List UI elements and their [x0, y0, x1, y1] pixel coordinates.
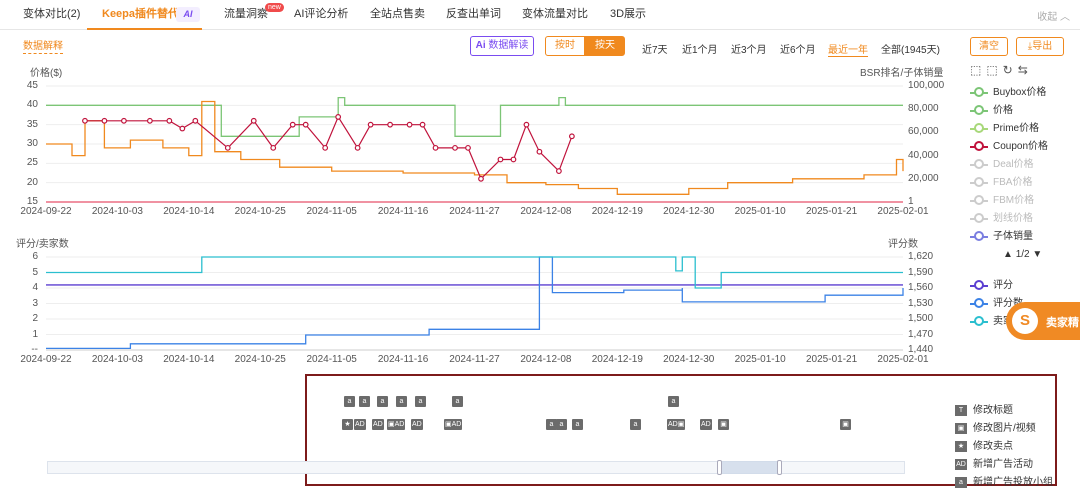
coupon-point — [121, 117, 127, 124]
coupon-point — [302, 121, 309, 128]
slider-window[interactable] — [720, 461, 780, 474]
event-marker[interactable]: ▣ — [718, 419, 729, 430]
timeline-slider[interactable] — [47, 460, 905, 475]
event-marker[interactable]: ▣ — [840, 419, 851, 430]
event-marker[interactable]: a — [344, 396, 355, 407]
coupon-point — [510, 156, 517, 163]
legend-label: Prime价格 — [993, 123, 1040, 134]
coupon-point — [478, 175, 484, 182]
event-marker[interactable]: ▣AD — [444, 419, 463, 430]
coupon-point — [146, 117, 153, 124]
coupon-point — [82, 117, 88, 124]
event-marker[interactable]: AD — [354, 419, 366, 430]
event-marker[interactable]: ▣AD — [387, 419, 406, 430]
legend-ring-icon — [974, 141, 984, 151]
coupon-point — [354, 144, 361, 151]
event-legend-label: 新增广告投放小组 — [973, 477, 1053, 488]
legend-ring-icon — [974, 87, 984, 97]
slider-handle-left[interactable] — [717, 460, 722, 475]
coupon-point — [432, 144, 439, 151]
legend-label: Buybox价格 — [993, 87, 1047, 98]
series-Buybox价格 — [46, 96, 903, 137]
slider-handle-right[interactable] — [777, 460, 782, 475]
legend-label: 价格 — [993, 105, 1013, 116]
legend-pager[interactable]: ▲ 1/2 ▼ — [1003, 249, 1042, 260]
legend-ring-icon — [974, 280, 984, 290]
coupon-point — [419, 121, 426, 128]
chart-tools[interactable]: ⬚⬚↻⇆ — [970, 63, 1033, 77]
coupon-point — [568, 133, 575, 140]
legend-label: 划线价格 — [993, 213, 1033, 224]
coupon-point — [192, 117, 199, 124]
legend-ring-icon — [974, 316, 984, 326]
legend-label: 评分 — [993, 280, 1013, 291]
event-legend-label: 修改图片/视频 — [973, 423, 1036, 434]
event-marker[interactable]: a — [572, 419, 583, 430]
event-marker[interactable]: a — [630, 419, 641, 430]
legend-label: Deal价格 — [993, 159, 1034, 170]
event-legend-label: 新增广告活动 — [973, 459, 1033, 470]
event-legend-item[interactable]: ▣ 修改图片/视频 — [955, 419, 1036, 434]
coupon-point — [179, 125, 186, 132]
legend-ring-icon — [974, 231, 984, 241]
coupon-point — [452, 144, 458, 151]
event-marker[interactable]: a — [452, 396, 463, 407]
event-marker[interactable]: a — [377, 396, 388, 407]
coupon-point — [322, 144, 329, 151]
event-legend-label: 修改卖点 — [973, 441, 1013, 452]
series-价格 — [46, 100, 904, 195]
coupon-point — [406, 121, 413, 128]
event-legend-item[interactable]: AD 新增广告活动 — [955, 455, 1033, 470]
event-legend-item[interactable]: T 修改标题 — [955, 401, 1013, 416]
event-type-icon: ▣ — [955, 422, 967, 434]
coupon-point — [536, 148, 543, 155]
event-marker[interactable]: AD — [372, 419, 384, 430]
legend-ring-icon — [974, 105, 984, 115]
legend-ring-icon — [974, 298, 984, 308]
event-type-icon: T — [955, 404, 967, 416]
coupon-point — [166, 117, 173, 124]
legend-label: FBA价格 — [993, 177, 1033, 188]
event-marker[interactable]: a — [556, 419, 567, 430]
coupon-point — [367, 121, 374, 128]
seller-sprite-badge[interactable]: S 卖家精 — [1006, 302, 1080, 340]
legend-ring-icon — [974, 213, 984, 223]
legend-label: Coupon价格 — [993, 141, 1049, 152]
event-type-icon: ★ — [955, 440, 967, 452]
event-marker[interactable]: a — [415, 396, 426, 407]
seller-sprite-logo-icon: S — [1012, 308, 1038, 334]
event-marker[interactable]: AD▣ — [667, 419, 686, 430]
event-legend-item[interactable]: a 新增广告投放小组 — [955, 473, 1053, 488]
event-legend-item[interactable]: ★ 修改卖点 — [955, 437, 1013, 452]
coupon-point — [523, 121, 530, 128]
event-marker[interactable]: a — [396, 396, 407, 407]
coupon-point — [101, 117, 108, 124]
legend-label: 子体销量 — [993, 231, 1033, 242]
coupon-point — [387, 121, 393, 128]
legend-label: FBM价格 — [993, 195, 1035, 206]
legend-ring-icon — [974, 159, 984, 169]
coupon-point — [289, 121, 296, 128]
coupon-point — [556, 168, 562, 174]
event-marker[interactable]: AD — [411, 419, 423, 430]
event-marker[interactable]: a — [359, 396, 370, 407]
event-marker[interactable]: AD — [700, 419, 712, 430]
legend-ring-icon — [974, 123, 984, 133]
event-legend-label: 修改标题 — [973, 405, 1013, 416]
legend-ring-icon — [974, 195, 984, 205]
event-type-icon: a — [955, 476, 967, 488]
coupon-point — [465, 144, 471, 151]
event-type-icon: AD — [955, 458, 967, 470]
coupon-point — [270, 144, 277, 151]
legend-ring-icon — [974, 177, 984, 187]
event-marker[interactable]: ★ — [342, 419, 353, 430]
coupon-point — [250, 117, 257, 124]
coupon-point — [335, 114, 342, 120]
coupon-point — [497, 156, 504, 163]
coupon-point — [224, 144, 231, 151]
event-marker[interactable]: a — [668, 396, 679, 407]
